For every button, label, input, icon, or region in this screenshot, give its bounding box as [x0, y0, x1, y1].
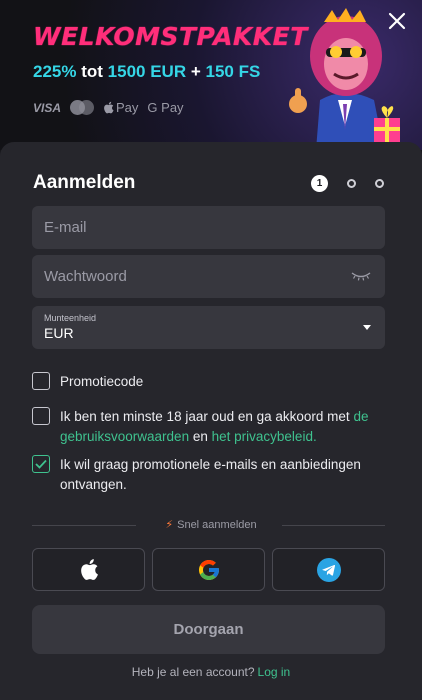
eye-closed-icon[interactable]: [351, 270, 371, 282]
terms-text-1: Ik ben ten minste 18 jaar oud en ga akko…: [60, 409, 350, 424]
password-field[interactable]: [44, 268, 373, 285]
terms-text: Ik ben ten minste 18 jaar oud en ga akko…: [60, 407, 387, 447]
caret-down-icon: [363, 325, 371, 330]
privacy-policy-link[interactable]: het privacybeleid.: [212, 429, 317, 444]
bonus-percent: 225%: [33, 62, 77, 81]
mastercard-icon: [70, 100, 95, 115]
apple-pay-logo: Pay: [103, 100, 138, 115]
promo-code-row: Promotiecode: [32, 372, 387, 392]
step-2-dot: [347, 179, 356, 188]
lightning-icon: ⚡: [165, 519, 174, 531]
login-prompt-text: Heb je al een account?: [131, 665, 255, 679]
currency-value: EUR: [44, 325, 74, 341]
step-indicator: 1: [311, 175, 384, 192]
bonus-tot: tot: [81, 62, 103, 81]
close-icon[interactable]: [386, 10, 408, 32]
apple-icon: [104, 101, 114, 114]
quick-signup-text: Snel aanmelden: [177, 519, 257, 531]
terms-checkbox[interactable]: [32, 407, 50, 425]
email-field[interactable]: [44, 219, 373, 236]
step-1-active: 1: [311, 175, 328, 192]
page-title: Aanmelden: [33, 172, 136, 193]
email-field-container: [32, 206, 385, 249]
currency-select[interactable]: Munteenheid EUR: [32, 306, 385, 349]
bonus-amount: 1500 EUR: [107, 62, 187, 81]
promo-code-label: Promotiecode: [60, 374, 144, 389]
terms-row: Ik ben ten minste 18 jaar oud en ga akko…: [32, 407, 387, 447]
banner-title: WELKOMSTPAKKET: [33, 22, 308, 51]
google-signup-button[interactable]: [152, 548, 265, 591]
marketing-row: Ik wil graag promotionele e-mails en aan…: [32, 455, 387, 495]
currency-label: Munteenheid: [44, 313, 97, 323]
apple-signup-button[interactable]: [32, 548, 145, 591]
google-icon: [198, 559, 219, 580]
apple-icon: [80, 559, 98, 580]
login-prompt: Heb je al een account? Log in: [0, 665, 422, 679]
banner-bonus: 225% tot 1500 EUR + 150 FS: [33, 62, 260, 82]
telegram-icon: [316, 557, 341, 582]
google-pay-logo: G Pay: [147, 100, 184, 115]
terms-text-2: en: [192, 429, 208, 444]
visa-logo: VISA: [33, 100, 62, 115]
bonus-plus: +: [190, 62, 201, 81]
payment-methods: VISA Pay G Pay: [33, 100, 184, 115]
apple-pay-label: Pay: [116, 100, 139, 115]
marketing-label: Ik wil graag promotionele e-mails en aan…: [60, 457, 361, 492]
telegram-signup-button[interactable]: [272, 548, 385, 591]
divider-right: [282, 525, 385, 526]
marketing-checkbox[interactable]: [32, 455, 50, 473]
check-icon: [35, 459, 47, 469]
continue-button[interactable]: Doorgaan: [32, 605, 385, 654]
promo-code-checkbox[interactable]: [32, 372, 50, 390]
login-link[interactable]: Log in: [258, 665, 291, 679]
password-field-container: [32, 255, 385, 298]
promo-banner: WELKOMSTPAKKET 225% tot 1500 EUR + 150 F…: [0, 0, 422, 150]
signup-panel: Aanmelden 1 Munteenheid EUR Promotiecode…: [0, 142, 422, 700]
bonus-spins: 150 FS: [205, 62, 261, 81]
step-3-dot: [375, 179, 384, 188]
